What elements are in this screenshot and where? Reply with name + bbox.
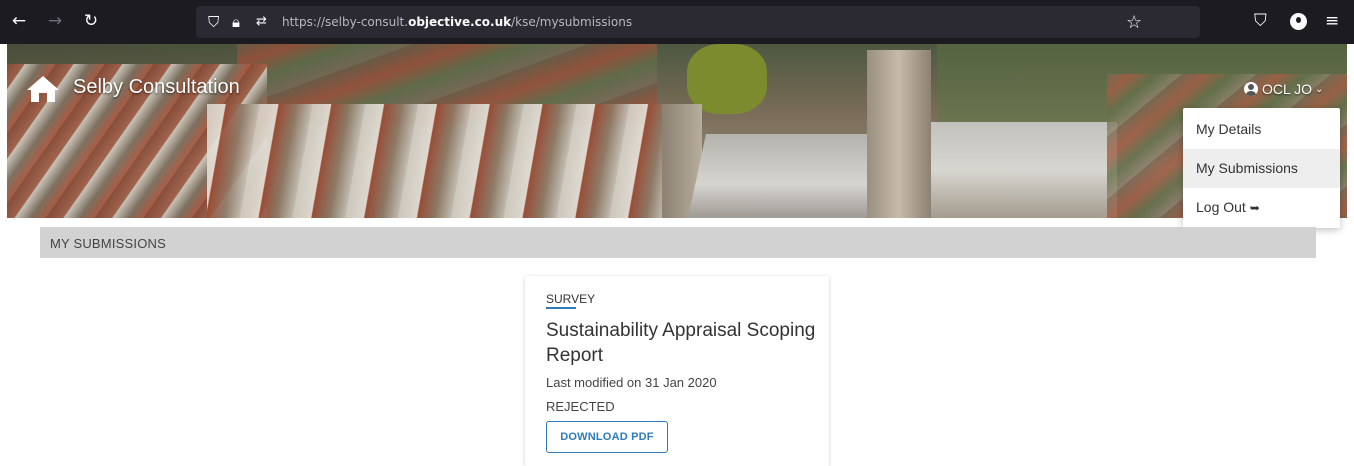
download-pdf-button[interactable]: DOWNLOAD PDF — [546, 421, 668, 453]
address-bar[interactable]: ⛉ 🔒︎ ⇄ https://selby-consult.objective.c… — [196, 6, 1200, 38]
back-icon[interactable]: ← — [8, 10, 30, 32]
submission-modified-date: Last modified on 31 Jan 2020 — [546, 375, 717, 390]
lock-icon[interactable]: 🔒︎ — [232, 14, 240, 30]
banner-image-tower — [867, 50, 931, 218]
banner-image-nave — [927, 122, 1117, 218]
menu-item-log-out[interactable]: Log Out ➥ — [1183, 188, 1340, 227]
shield-icon[interactable]: ⛉ — [208, 14, 219, 30]
pocket-icon[interactable]: ⛉ — [1254, 11, 1267, 31]
submission-type: SURVEY — [546, 292, 596, 306]
submission-status: REJECTED — [546, 399, 615, 414]
account-icon[interactable] — [1290, 13, 1307, 30]
site-title[interactable]: Selby Consultation — [73, 76, 240, 99]
menu-item-my-submissions[interactable]: My Submissions — [1183, 149, 1340, 188]
submission-card: SURVEY Sustainability Appraisal Scoping … — [525, 276, 829, 466]
section-header-bar: MY SUBMISSIONS — [40, 227, 1316, 258]
user-circle-icon — [1244, 82, 1258, 96]
banner-image-town-center — [207, 104, 667, 218]
user-menu-toggle[interactable]: OCL JO ⌄ — [1244, 79, 1323, 99]
log-out-label: Log Out — [1196, 199, 1246, 215]
url-text[interactable]: https://selby-consult.objective.co.uk/ks… — [282, 15, 632, 29]
bookmark-star-icon[interactable]: ☆ — [1126, 12, 1142, 33]
banner-image-church-roof — [688, 134, 886, 218]
menu-item-my-details[interactable]: My Details — [1183, 110, 1340, 149]
sign-out-icon: ➥ — [1249, 201, 1260, 215]
page-title: MY SUBMISSIONS — [50, 236, 166, 251]
header-banner — [7, 44, 1347, 218]
submission-title[interactable]: Sustainability Appraisal Scoping Report — [546, 318, 816, 368]
reload-icon[interactable]: ↻ — [80, 10, 102, 32]
forward-icon[interactable]: → — [44, 10, 66, 32]
browser-toolbar: ← → ↻ ⛉ 🔒︎ ⇄ https://selby-consult.objec… — [0, 0, 1354, 44]
type-underline — [546, 307, 576, 309]
user-dropdown-menu: My Details My Submissions Log Out ➥ — [1183, 108, 1340, 228]
user-name: OCL JO — [1262, 81, 1313, 97]
home-icon[interactable] — [26, 74, 60, 104]
menu-icon[interactable]: ≡ — [1325, 11, 1339, 31]
permissions-icon[interactable]: ⇄ — [256, 14, 267, 30]
chevron-down-icon: ⌄ — [1315, 83, 1324, 95]
